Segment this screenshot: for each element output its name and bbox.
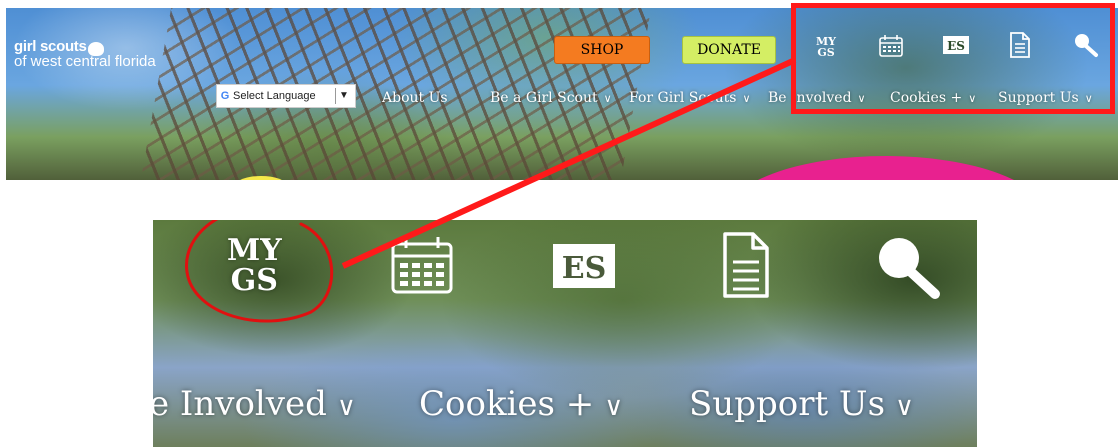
search-icon[interactable] bbox=[871, 232, 945, 306]
zoomed-detail-panel: MY GS ES e Involved ∨ Cookies + ∨ Support … bbox=[153, 220, 977, 447]
nav-item-for-girl-scouts[interactable]: For Girl Scouts ∨ bbox=[629, 90, 751, 106]
trefoil-icon bbox=[88, 42, 104, 56]
nav-label: Be a Girl Scout bbox=[490, 90, 598, 106]
nav-label: Cookies + bbox=[419, 384, 595, 424]
donate-button[interactable]: DONATE bbox=[682, 36, 776, 64]
dropdown-arrow-icon: ▼ bbox=[339, 90, 349, 101]
google-icon: G bbox=[220, 90, 230, 102]
chevron-down-icon: ∨ bbox=[895, 392, 915, 422]
calendar-icon[interactable] bbox=[389, 234, 455, 296]
nav-label: About Us bbox=[382, 90, 448, 106]
nav-item-be-a-girl-scout[interactable]: Be a Girl Scout ∨ bbox=[490, 90, 612, 106]
document-icon[interactable] bbox=[719, 230, 773, 300]
nav-label: e Involved bbox=[153, 384, 327, 424]
chevron-down-icon: ∨ bbox=[604, 392, 624, 422]
mygs-icon-line2: GS bbox=[230, 263, 278, 298]
chevron-down-icon: ∨ bbox=[742, 92, 751, 105]
nav-item-about-us[interactable]: About Us bbox=[382, 90, 448, 106]
nav-label: For Girl Scouts bbox=[629, 90, 737, 106]
chevron-down-icon: ∨ bbox=[603, 92, 612, 105]
logo-council-text: of west central florida bbox=[14, 53, 156, 70]
mygs-icon-line1: MY bbox=[227, 233, 282, 268]
nav-item-support-us[interactable]: Support Us ∨ bbox=[689, 384, 914, 424]
language-divider bbox=[335, 88, 336, 104]
nav-item-cookies[interactable]: Cookies + ∨ bbox=[419, 384, 623, 424]
highlight-box bbox=[791, 3, 1115, 114]
language-selector[interactable]: G Select Language ▼ bbox=[216, 84, 356, 108]
es-language-icon[interactable]: ES bbox=[551, 242, 617, 290]
mygs-icon[interactable]: MY GS bbox=[227, 236, 282, 296]
shop-button[interactable]: SHOP bbox=[554, 36, 650, 64]
es-icon-text: ES bbox=[562, 251, 607, 286]
language-selector-label: Select Language bbox=[233, 90, 316, 102]
nav-label: Support Us bbox=[689, 384, 886, 424]
pink-decorative-shape bbox=[726, 156, 1046, 180]
nav-item-be-involved[interactable]: e Involved ∨ bbox=[153, 384, 356, 424]
chevron-down-icon: ∨ bbox=[336, 392, 356, 422]
girl-scouts-logo[interactable]: girl scouts of west central florida bbox=[14, 38, 156, 70]
